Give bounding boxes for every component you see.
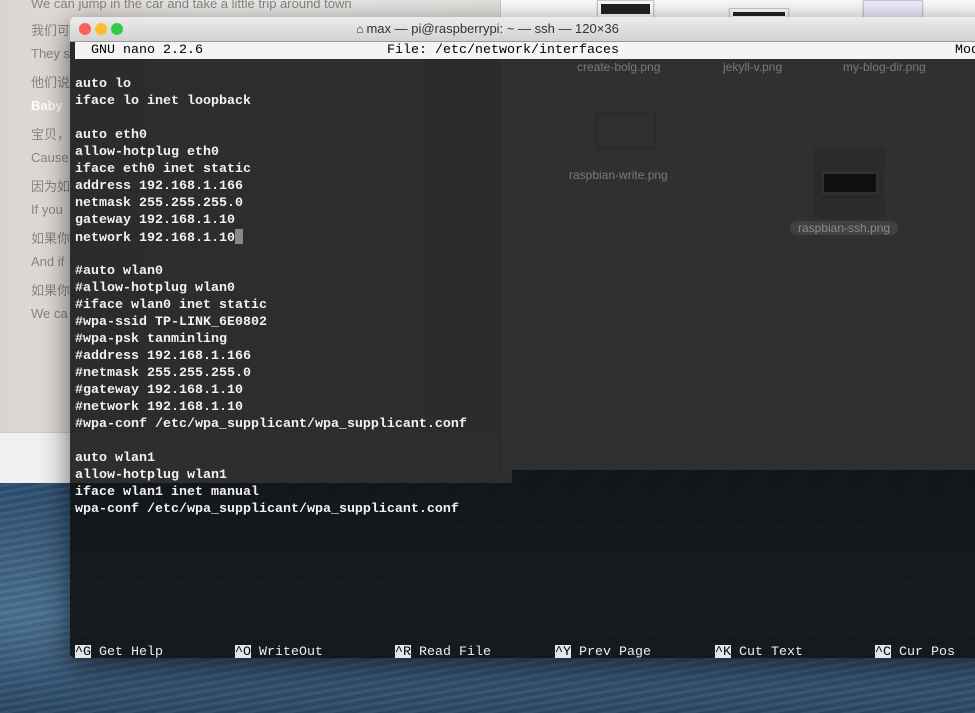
file-line-text: gateway 192.168.1.10 — [75, 213, 235, 228]
file-line-text: auto wlan1 — [75, 451, 155, 466]
text-cursor — [234, 229, 243, 244]
lyric-line: 如果你 — [31, 231, 71, 246]
file-contents[interactable]: auto lo iface lo inet loopback auto eth0 al… — [75, 59, 467, 518]
file-line: #network 192.168.1.10 — [75, 399, 467, 416]
nano-version: GNU nano 2.2.6 — [91, 43, 203, 58]
lyric-line: Baby — [31, 98, 63, 113]
shortcut-label: Prev Page — [579, 645, 651, 658]
lyric-line: 我们可 — [31, 23, 71, 38]
file-line — [75, 110, 467, 127]
shortcut-label: WriteOut — [259, 645, 323, 658]
lyric-line: If you — [31, 202, 63, 217]
window-title-text: max — pi@raspberrypi: ~ — ssh — 120×36 — [366, 21, 619, 36]
file-line-text: #address 192.168.1.166 — [75, 349, 251, 364]
file-line: netmask 255.255.255.0 — [75, 195, 467, 212]
terminal-content[interactable]: GNU nano 2.2.6 File: /etc/network/interf… — [70, 42, 975, 658]
file-line-text: #gateway 192.168.1.10 — [75, 383, 243, 398]
shortcut-label: Read File — [419, 645, 491, 658]
file-line-text: netmask 255.255.255.0 — [75, 196, 243, 211]
lyric-line: 因为如 — [31, 179, 71, 194]
file-line: auto eth0 — [75, 127, 467, 144]
file-label-selected[interactable]: raspbian-ssh.png — [790, 221, 899, 235]
file-label[interactable]: create-bolg.png — [577, 60, 660, 74]
shortcut-writeout[interactable]: ^O WriteOut — [235, 644, 395, 658]
file-line: iface wlan1 inet manual — [75, 484, 467, 501]
file-line-text: auto lo — [75, 77, 131, 92]
nano-filename: File: /etc/network/interfaces — [387, 43, 619, 58]
file-line: allow-hotplug eth0 — [75, 144, 467, 161]
file-line — [75, 433, 467, 450]
file-line-text: #wpa-conf /etc/wpa_supplicant/wpa_suppli… — [75, 417, 467, 432]
file-line-text: #allow-hotplug wlan0 — [75, 281, 235, 296]
lyric-line: We ca — [31, 306, 68, 321]
file-line: #allow-hotplug wlan0 — [75, 280, 467, 297]
shortcut-cur-pos[interactable]: ^C Cur Pos — [875, 644, 975, 658]
file-thumbnail[interactable] — [597, 0, 654, 18]
shortcut-label: Cut Text — [739, 645, 803, 658]
file-line: auto wlan1 — [75, 450, 467, 467]
file-line-text: network 192.168.1.10 — [75, 231, 235, 246]
file-line: #iface wlan0 inet static — [75, 297, 467, 314]
file-line: gateway 192.168.1.10 — [75, 212, 467, 229]
lyric-line: 宝贝， — [31, 127, 71, 142]
file-line: #gateway 192.168.1.10 — [75, 382, 467, 399]
shortcut-key: ^K — [715, 645, 731, 658]
file-line: allow-hotplug wlan1 — [75, 467, 467, 484]
file-line-text: #wpa-ssid TP-LINK_6E0802 — [75, 315, 267, 330]
file-line: #address 192.168.1.166 — [75, 348, 467, 365]
file-line: iface eth0 inet static — [75, 161, 467, 178]
file-line-text: wpa-conf /etc/wpa_supplicant/wpa_supplic… — [75, 502, 459, 517]
file-label[interactable]: raspbian-write.png — [569, 168, 668, 182]
file-line: iface lo inet loopback — [75, 93, 467, 110]
lyric-line: 如果你 — [31, 283, 71, 298]
shortcut-key: ^C — [875, 645, 891, 658]
file-line-text: #wpa-psk tanminling — [75, 332, 227, 347]
terminal-titlebar[interactable]: ⌂ max — pi@raspberrypi: ~ — ssh — 120×36 — [70, 17, 975, 42]
shortcut-key: ^O — [235, 645, 251, 658]
shortcut-label: Get Help — [99, 645, 163, 658]
home-icon: ⌂ — [356, 22, 364, 36]
file-line-text: allow-hotplug eth0 — [75, 145, 219, 160]
lyric-line: Cause — [31, 150, 69, 165]
shortcut-label: Cur Pos — [899, 645, 955, 658]
file-line-text: iface wlan1 inet manual — [75, 485, 259, 500]
file-line — [75, 246, 467, 263]
file-line-text: #auto wlan0 — [75, 264, 163, 279]
terminal-window[interactable]: ⌂ max — pi@raspberrypi: ~ — ssh — 120×36 … — [70, 17, 975, 658]
shortcut-read-file[interactable]: ^R Read File — [395, 644, 555, 658]
file-label[interactable]: jekyll-v.png — [723, 60, 782, 74]
file-line: #wpa-psk tanminling — [75, 331, 467, 348]
file-line-text: auto eth0 — [75, 128, 147, 143]
nano-header: GNU nano 2.2.6 File: /etc/network/interf… — [75, 42, 975, 59]
file-line-text: #netmask 255.255.255.0 — [75, 366, 251, 381]
file-line-text: iface lo inet loopback — [75, 94, 251, 109]
file-line-text: iface eth0 inet static — [75, 162, 251, 177]
file-line: #auto wlan0 — [75, 263, 467, 280]
shortcut-key: ^R — [395, 645, 411, 658]
file-line: #wpa-ssid TP-LINK_6E0802 — [75, 314, 467, 331]
shortcut-get-help[interactable]: ^G Get Help — [75, 644, 235, 658]
shortcut-key: ^G — [75, 645, 91, 658]
shortcut-cut-text[interactable]: ^K Cut Text — [715, 644, 875, 658]
file-line-text: allow-hotplug wlan1 — [75, 468, 227, 483]
file-label[interactable]: my-blog-dir.png — [843, 60, 926, 74]
file-line-text: #network 192.168.1.10 — [75, 400, 243, 415]
file-line: #netmask 255.255.255.0 — [75, 365, 467, 382]
lyric-line: 他们说 — [31, 75, 71, 90]
file-line: wpa-conf /etc/wpa_supplicant/wpa_supplic… — [75, 501, 467, 518]
nano-status: Mod — [955, 43, 975, 58]
shortcut-key: ^Y — [555, 645, 571, 658]
file-line: network 192.168.1.10 — [75, 229, 467, 246]
lyric-line: And if — [31, 254, 65, 269]
file-line-text: address 192.168.1.166 — [75, 179, 243, 194]
file-line: auto lo — [75, 76, 467, 93]
file-line: address 192.168.1.166 — [75, 178, 467, 195]
window-title: ⌂ max — pi@raspberrypi: ~ — ssh — 120×36 — [70, 21, 975, 36]
file-line: #wpa-conf /etc/wpa_supplicant/wpa_suppli… — [75, 416, 467, 433]
lyric-line: They s — [31, 46, 71, 61]
file-line-text: #iface wlan0 inet static — [75, 298, 267, 313]
file-line — [75, 59, 467, 76]
shortcut-prev-page[interactable]: ^Y Prev Page — [555, 644, 715, 658]
lyric-line: We can jump in the car and take a little… — [31, 0, 352, 11]
